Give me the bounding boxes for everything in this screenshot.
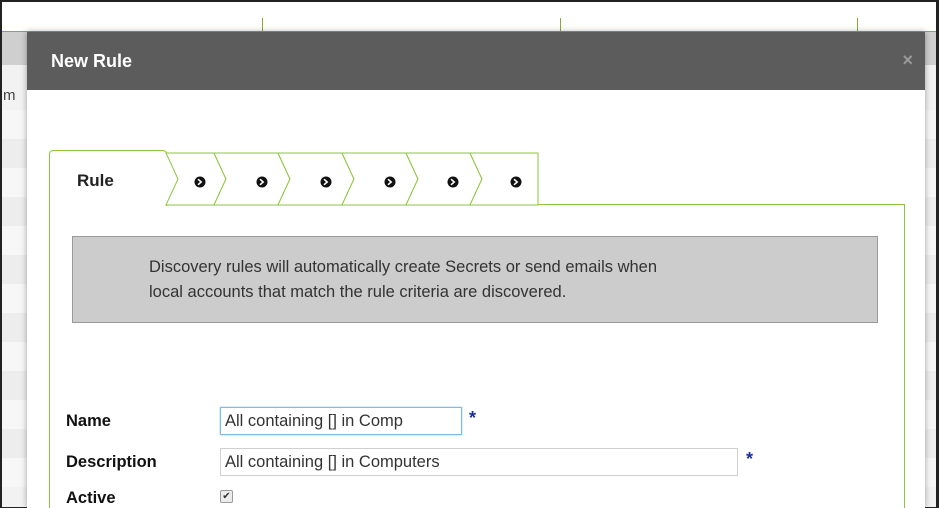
- dialog-header: New Rule ×: [27, 32, 925, 90]
- tab-rule-label: Rule: [77, 171, 114, 190]
- description-label: Description: [66, 453, 157, 471]
- close-button[interactable]: ×: [902, 50, 913, 71]
- active-checkbox[interactable]: ✔: [220, 490, 233, 503]
- new-rule-dialog: New Rule × Rule Discovery rules will aut…: [27, 32, 925, 508]
- description-required-mark: *: [746, 449, 754, 469]
- info-box: Discovery rules will automatically creat…: [72, 236, 878, 323]
- name-label: Name: [66, 412, 111, 430]
- info-text-line-1: Discovery rules will automatically creat…: [149, 258, 658, 276]
- name-input[interactable]: All containing [] in Comp: [220, 407, 462, 435]
- description-input[interactable]: All containing [] in Computers: [220, 448, 738, 476]
- name-required-mark: *: [469, 408, 477, 428]
- wizard-steps: [165, 152, 539, 206]
- info-text-line-2: local accounts that match the rule crite…: [149, 283, 567, 301]
- dialog-title: New Rule: [51, 51, 133, 71]
- active-label: Active: [66, 489, 116, 507]
- tab-rule[interactable]: Rule: [49, 150, 167, 206]
- tab-panel: Discovery rules will automatically creat…: [49, 204, 905, 508]
